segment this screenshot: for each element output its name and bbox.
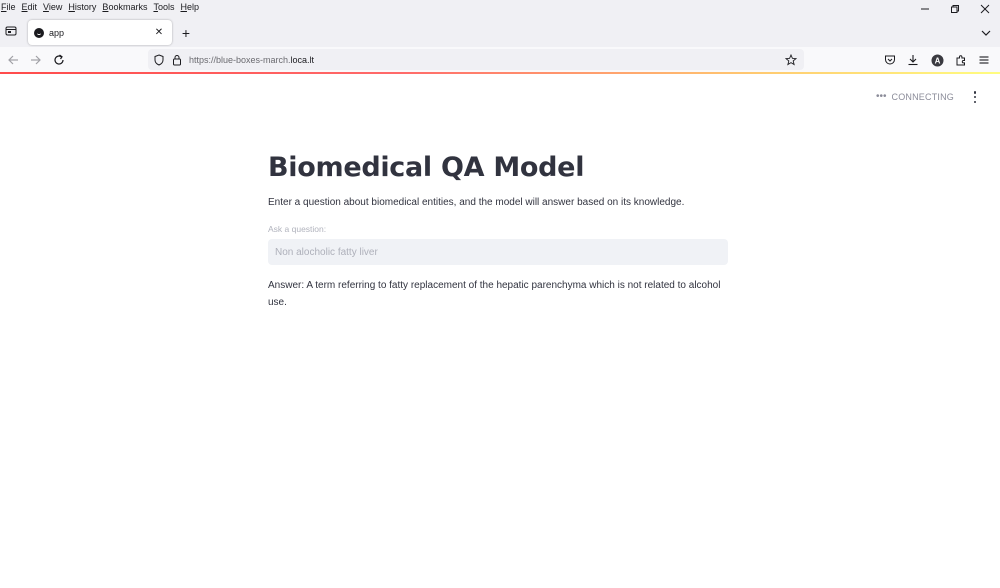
app-menu-button[interactable]	[976, 52, 992, 68]
navigation-toolbar: https://blue-boxes-march.loca.lt A	[0, 47, 1000, 73]
account-button[interactable]: A	[929, 52, 945, 68]
hamburger-menu-icon	[979, 56, 989, 64]
forward-button[interactable]	[28, 52, 44, 68]
forward-arrow-icon	[31, 55, 41, 65]
pocket-button[interactable]	[882, 52, 898, 68]
menu-view[interactable]: View	[41, 2, 66, 12]
bookmark-star-icon[interactable]	[784, 53, 798, 67]
firefox-view-icon	[5, 26, 17, 36]
main-content: Biomedical QA Model Enter a question abo…	[268, 148, 728, 311]
tab-title: app	[49, 27, 65, 38]
kebab-dot	[973, 95, 977, 99]
back-button[interactable]	[5, 52, 21, 68]
downloads-button[interactable]	[905, 52, 921, 68]
pocket-icon	[885, 55, 895, 65]
window-controls	[910, 0, 1000, 18]
lock-icon[interactable]	[171, 54, 183, 66]
puzzle-piece-icon	[956, 55, 965, 66]
extensions-button[interactable]	[953, 52, 969, 68]
new-tab-button[interactable]: +	[178, 25, 194, 41]
favicon-icon	[34, 27, 44, 38]
menu-history[interactable]: History	[66, 2, 100, 12]
reload-button[interactable]	[51, 52, 67, 68]
reload-icon	[54, 54, 64, 65]
menu-edit[interactable]: Edit	[20, 2, 42, 12]
list-all-tabs-button[interactable]	[978, 25, 994, 41]
menu-file[interactable]: File	[0, 2, 20, 12]
status-text: CONNECTING	[891, 91, 954, 102]
main-menu-button[interactable]	[970, 90, 980, 104]
firefox-view-button[interactable]	[3, 23, 19, 39]
page-title: Biomedical QA Model	[268, 152, 585, 183]
svg-text:A: A	[934, 56, 940, 65]
menu-bar: File Edit View History Bookmarks Tools H…	[0, 0, 1000, 14]
restore-icon	[951, 5, 959, 13]
tab-strip: app ✕ +	[0, 14, 1000, 47]
menu-bookmarks[interactable]: Bookmarks	[100, 2, 151, 12]
close-icon	[980, 4, 990, 14]
minimize-button[interactable]	[910, 0, 940, 18]
minimize-icon	[921, 8, 929, 10]
page-description: Enter a question about biomedical entiti…	[268, 197, 685, 208]
kebab-dot	[973, 91, 977, 94]
kebab-dot	[973, 100, 977, 103]
download-icon	[908, 55, 918, 66]
question-input[interactable]: Non alocholic fatty liver	[268, 239, 728, 265]
menu-help[interactable]: Help	[178, 2, 203, 12]
url-bar[interactable]: https://blue-boxes-march.loca.lt	[148, 49, 804, 70]
tab-app[interactable]: app ✕	[28, 20, 172, 45]
account-avatar-icon: A	[931, 54, 943, 66]
app-header-decoration	[0, 72, 1000, 74]
url-text[interactable]: https://blue-boxes-march.loca.lt	[189, 55, 784, 65]
question-input-value[interactable]: Non alocholic fatty liver	[275, 247, 378, 258]
close-tab-icon[interactable]: ✕	[152, 26, 166, 40]
chevron-down-icon	[981, 30, 991, 36]
menu-tools[interactable]: Tools	[151, 2, 178, 12]
close-window-button[interactable]	[970, 0, 1000, 18]
ellipsis-icon: •••	[875, 91, 887, 102]
question-input-label: Ask a question:	[268, 224, 327, 234]
restore-button[interactable]	[940, 0, 970, 18]
tracking-protection-shield-icon[interactable]	[153, 53, 165, 66]
back-arrow-icon	[8, 55, 18, 65]
connection-status: ••• CONNECTING	[876, 91, 954, 102]
answer-text: Answer: A term referring to fatty replac…	[268, 280, 721, 308]
